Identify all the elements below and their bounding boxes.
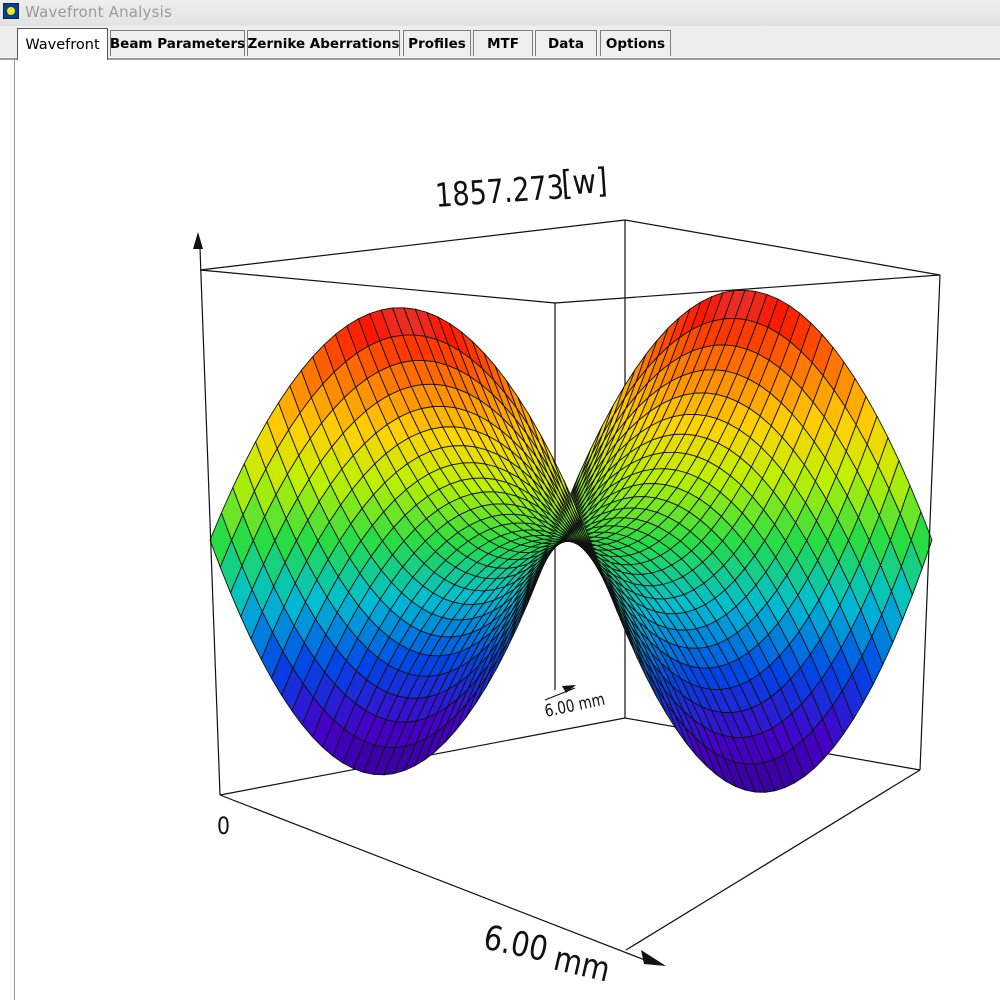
x-axis-unit-label: mm [550, 940, 614, 990]
tab-profiles[interactable]: Profiles [403, 30, 471, 56]
wavefront-surface [209, 289, 933, 793]
panel-left-border [14, 60, 15, 1000]
tab-bar: Wavefront Beam Parameters Zernike Aberra… [0, 26, 1000, 60]
box-edge [199, 219, 626, 271]
box-edge [625, 769, 921, 951]
wavefront-3d-plot: 1857.273 [w] 0 6.00 mm 6.00 mm [193, 162, 941, 990]
window-title: Wavefront Analysis [25, 3, 173, 21]
box-edge [624, 219, 941, 276]
wavefront-panel: 1857.273 [w] 0 6.00 mm 6.00 mm [14, 60, 1000, 1000]
z-axis-arrowhead [193, 232, 203, 249]
x-axis-line [219, 794, 651, 963]
x-axis-value-label: 6.00 [480, 918, 551, 969]
peak-value-label: 1857.273 [434, 169, 565, 216]
tab-mtf[interactable]: MTF [473, 30, 533, 56]
axis-origin-label: 0 [217, 812, 230, 840]
title-bar: Wavefront Analysis [0, 0, 1000, 26]
box-edge [199, 269, 556, 304]
tab-data[interactable]: Data [535, 30, 597, 56]
tab-beam-parameters[interactable]: Beam Parameters [110, 30, 245, 56]
tab-wavefront[interactable]: Wavefront [17, 28, 108, 60]
y-axis-label: 6.00 mm [543, 689, 607, 721]
app-icon [3, 3, 19, 19]
z-axis-line [199, 247, 221, 796]
tab-zernike-aberrations[interactable]: Zernike Aberrations [247, 30, 400, 56]
tab-options[interactable]: Options [600, 30, 671, 56]
x-axis-arrowhead [641, 950, 666, 966]
peak-unit-label: [w] [560, 162, 609, 204]
